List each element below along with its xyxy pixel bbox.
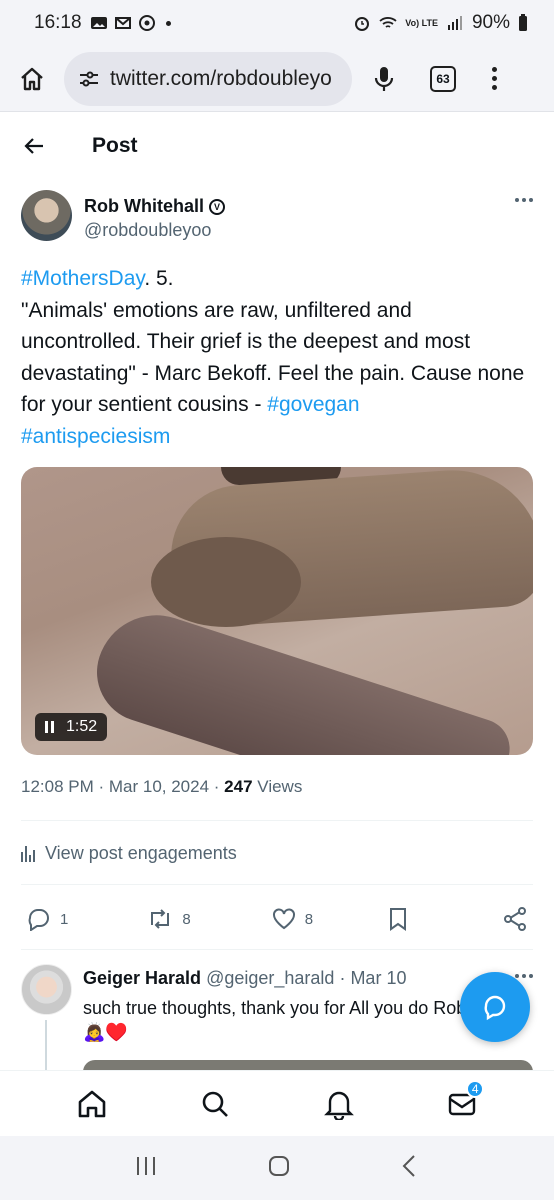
nav-home[interactable] [72,1084,112,1124]
author-handle[interactable]: @robdoubleyoo [84,220,225,241]
reply-avatar[interactable] [21,964,72,1015]
messages-badge: 4 [466,1079,485,1098]
network-type: Vo) LTE [405,17,438,28]
tweet-author-row: Rob Whitehall V @robdoubleyoo [21,190,533,241]
share-icon [504,907,526,931]
tab-switcher-button[interactable]: 63 [430,65,456,92]
system-navigation [0,1136,554,1200]
reply-author-name[interactable]: Geiger Harald [83,968,201,988]
views-count: 247 [224,777,253,796]
repost-icon [151,909,170,929]
tweet-actions: 1 8 8 [26,904,528,934]
share-button[interactable] [502,906,528,932]
site-settings-icon[interactable] [78,68,100,90]
back-button[interactable] [20,132,48,160]
home-icon [78,1090,106,1117]
reply-text: such true thoughts, thank you for All yo… [83,998,472,1042]
bell-icon [323,1091,354,1120]
like-count: 8 [304,910,314,928]
author-info: Rob Whitehall V @robdoubleyoo [84,196,225,241]
hashtag-govegan[interactable]: #govegan [267,393,359,416]
hashtag-antispeciesism[interactable]: #antispeciesism [21,425,170,448]
voice-search-button[interactable] [364,55,404,103]
tweet: Rob Whitehall V @robdoubleyoo #MothersDa… [21,190,533,797]
author-name[interactable]: Rob Whitehall [84,196,204,217]
wifi-icon [379,17,397,28]
bottom-navigation: 4 [0,1070,554,1136]
browser-menu-button[interactable] [482,55,506,103]
system-home-button[interactable] [267,1154,291,1183]
gallery-icon [90,17,107,29]
page-title: Post [92,134,138,157]
views-label: Views [257,777,303,796]
engagements-label: View post engagements [45,843,237,863]
video-duration: 1:52 [66,718,98,735]
sync-icon [138,15,155,31]
video-frame-seal-head [151,537,301,627]
heart-icon [272,908,295,930]
back-arrow-icon [24,138,43,154]
video-control-pill[interactable]: 1:52 [35,713,108,741]
reply-button[interactable]: 1 [26,907,68,931]
recent-apps-button[interactable] [134,1155,158,1182]
divider [21,820,533,821]
tweet-meta: 12:08 PM · Mar 10, 2024 · 247 Views [21,777,303,796]
post-header: Post [0,112,554,180]
nav-notifications[interactable] [319,1084,359,1124]
battery-icon [519,14,527,31]
tweet-text: #MothersDay. 5. "Animals' emotions are r… [21,263,533,452]
view-engagements-link[interactable]: View post engagements [21,843,237,864]
status-time: 16:18 [34,12,82,33]
reply-header: Geiger Harald @geiger_harald · Mar 10 [83,968,407,988]
like-button[interactable]: 8 [271,907,313,931]
repost-button[interactable]: 8 [146,907,191,931]
author-name-row[interactable]: Rob Whitehall V [84,196,225,217]
author-avatar[interactable] [21,190,72,241]
recents-icon [137,1156,156,1175]
reply-more-options-button[interactable] [515,974,533,978]
tweet-date[interactable]: Mar 10, 2024 [109,777,209,796]
compose-reply-button[interactable] [460,972,530,1042]
bookmark-button[interactable] [387,907,409,931]
divider [21,884,533,885]
browser-toolbar: twitter.com/robdoubleyo 63 [0,46,554,112]
reply-icon [28,909,49,931]
verified-badge-icon: V [209,198,225,215]
battery-percent: 90% [471,12,510,33]
repost-count: 8 [182,910,191,928]
reply-date[interactable]: Mar 10 [350,968,406,988]
gmail-icon [114,17,131,29]
tweet-more-options-button[interactable] [515,198,533,202]
alarm-icon [355,17,370,31]
pause-icon[interactable] [45,721,54,733]
system-back-button[interactable] [400,1154,420,1183]
home-button[interactable] [8,55,56,103]
microphone-icon [374,66,394,91]
circle-home-icon [268,1155,289,1176]
search-icon [202,1091,229,1117]
nav-search[interactable] [195,1084,235,1124]
signal-icon [447,16,462,30]
tweet-time[interactable]: 12:08 PM [21,777,94,796]
chevron-left-icon [402,1154,415,1177]
notification-icons [90,14,171,32]
reply-author-handle[interactable]: @geiger_harald [206,968,334,988]
more-notifications-dot [165,20,171,26]
address-bar[interactable]: twitter.com/robdoubleyo [64,51,352,106]
video-frame-pup [84,599,518,755]
analytics-icon [21,845,35,862]
tweet-video[interactable]: 1:52 [21,467,533,755]
divider [21,949,533,950]
status-bar: 16:18 Vo) LTE 90% [0,0,554,46]
url-text: twitter.com/robdoubleyo [110,66,332,90]
nav-messages[interactable]: 4 [442,1079,485,1124]
reply-count: 1 [60,910,69,928]
hashtag-mothersday[interactable]: #MothersDay [21,267,144,290]
chat-bubble-icon [484,995,506,1021]
bookmark-icon [390,908,407,931]
home-icon [21,67,43,90]
